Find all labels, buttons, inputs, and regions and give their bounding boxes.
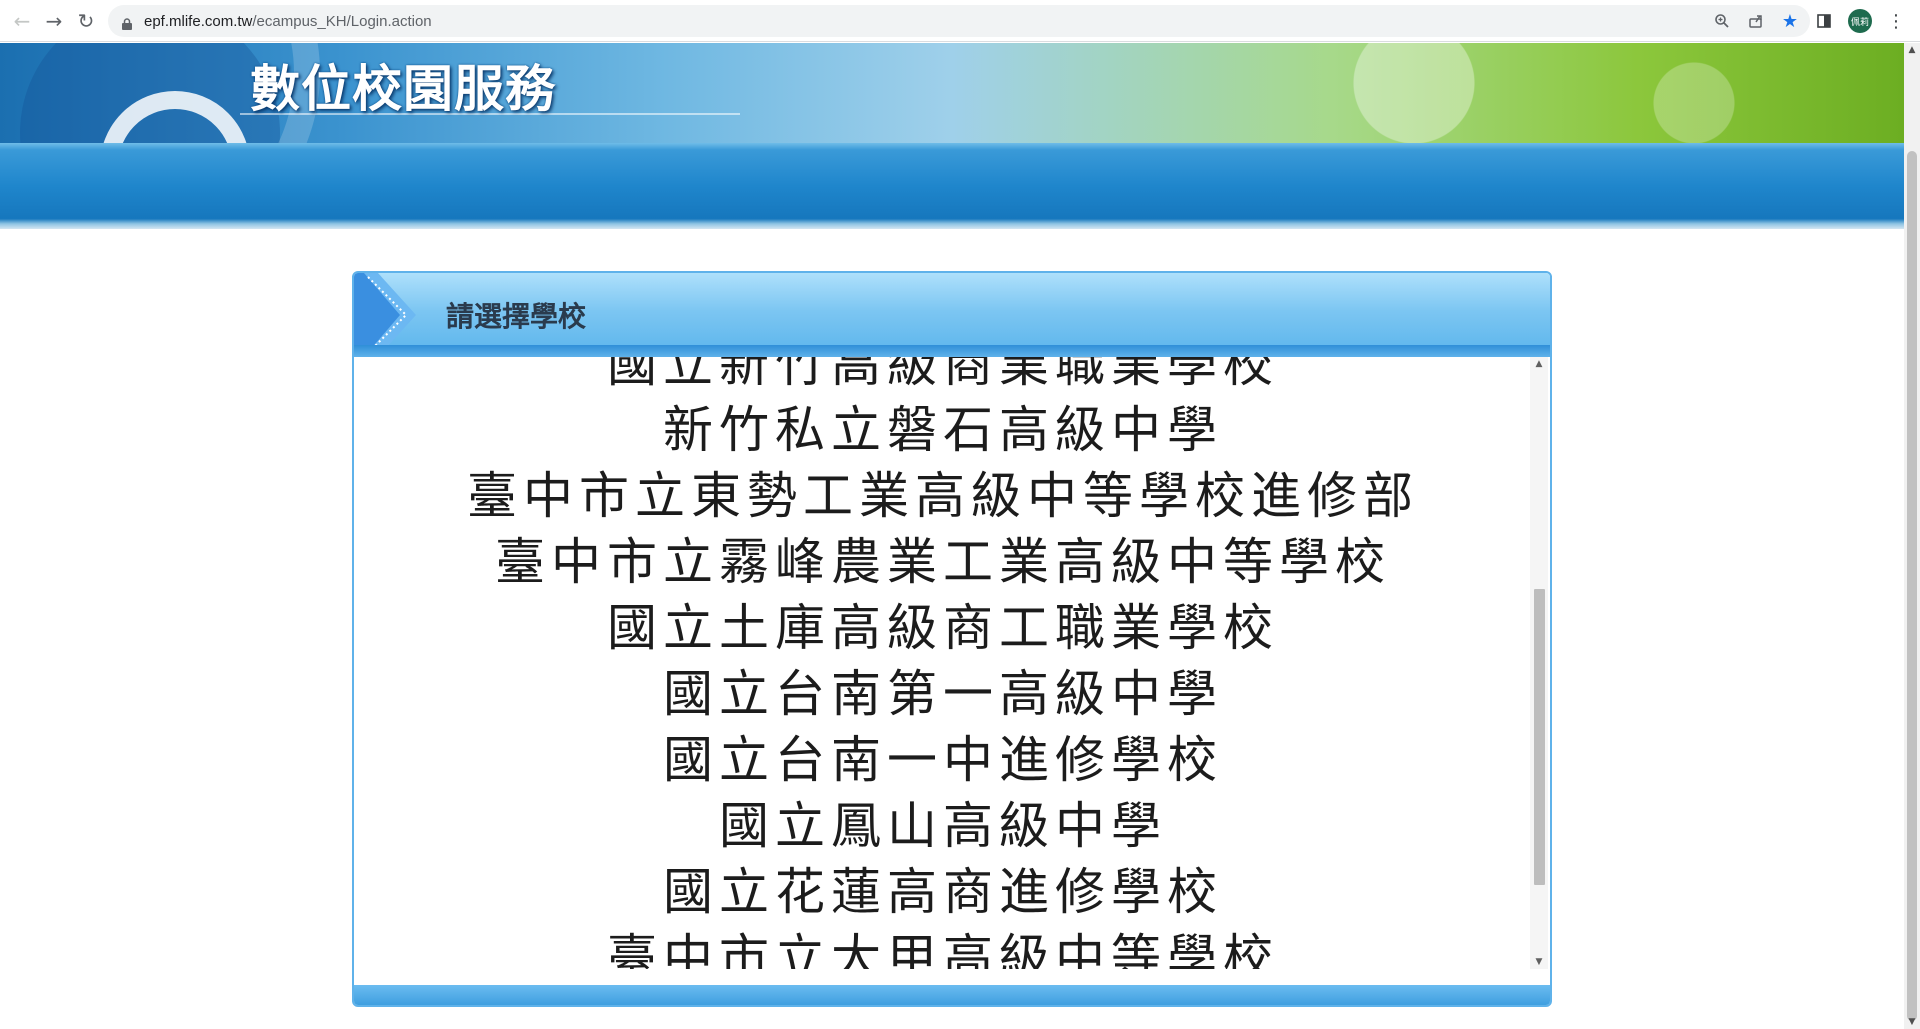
forward-icon[interactable]: → — [38, 5, 70, 37]
school-list-items: 國立新竹高級商業職業學校 新竹私立磐石高級中學 臺中市立東勢工業高級中等學校進修部臺… — [356, 357, 1530, 969]
school-option[interactable]: 臺中市立東勢工業高級中等學校進修部 — [356, 463, 1530, 529]
school-list[interactable]: 國立新竹高級商業職業學校 新竹私立磐石高級中學 臺中市立東勢工業高級中等學校進修部臺… — [356, 357, 1530, 969]
url-text: epf.mlife.com.tw/ecampus_KH/Login.action — [144, 13, 432, 30]
school-option[interactable]: 國立花蓮高商進修學校 — [356, 859, 1530, 925]
school-option[interactable]: 臺中市立大甲高級中等學校 — [356, 925, 1530, 969]
share-icon[interactable] — [1746, 11, 1766, 31]
zoom-icon[interactable] — [1712, 11, 1732, 31]
school-option[interactable]: 國立土庫高級商工職業學校 — [356, 595, 1530, 661]
bookmark-star-icon[interactable]: ★ — [1780, 11, 1800, 32]
school-option[interactable]: 國立台南第一高級中學 — [356, 661, 1530, 727]
site-title: 數位校園服務 — [250, 60, 556, 118]
avatar[interactable]: 佩莉 — [1848, 9, 1872, 33]
school-option[interactable]: 國立鳳山高級中學 — [356, 793, 1530, 859]
page-scroll-thumb[interactable] — [1907, 151, 1917, 1021]
dialog-footer — [354, 985, 1550, 1005]
page-viewport: 數位校園服務 請選擇學校 國立新竹高級商業職業學校 新竹私立磐石高級中學 臺中市立東… — [0, 43, 1904, 1029]
school-option[interactable]: 新竹私立磐石高級中學 — [356, 397, 1530, 463]
scroll-up-arrow-icon[interactable]: ▲ — [1530, 357, 1548, 371]
list-scrollbar[interactable]: ▲ ▼ — [1530, 357, 1548, 969]
list-scroll-thumb[interactable] — [1534, 589, 1545, 885]
school-select-dialog: 請選擇學校 國立新竹高級商業職業學校 新竹私立磐石高級中學 臺中市立東勢工業高級中等… — [352, 271, 1552, 1007]
school-option[interactable]: 臺中市立霧峰農業工業高級中等學校 — [356, 529, 1530, 595]
address-bar[interactable]: epf.mlife.com.tw/ecampus_KH/Login.action… — [108, 5, 1810, 37]
menu-icon[interactable]: ⋮ — [1886, 11, 1906, 32]
url-path: /ecampus_KH/Login.action — [252, 12, 432, 30]
dialog-header-bar — [354, 345, 1550, 357]
school-option[interactable]: 國立新竹高級商業職業學校 — [356, 357, 1530, 397]
nav-bar — [0, 143, 1904, 229]
school-option[interactable]: 國立台南一中進修學校 — [356, 727, 1530, 793]
banner-decoration — [1204, 43, 1904, 143]
page-scroll-up-icon[interactable]: ▲ — [1904, 43, 1920, 57]
back-icon[interactable]: ← — [6, 5, 38, 37]
reload-icon[interactable]: ↻ — [70, 5, 102, 37]
side-panel-icon[interactable] — [1814, 11, 1834, 31]
page-scrollbar[interactable]: ▲ ▼ — [1904, 43, 1920, 1029]
site-banner: 數位校園服務 — [0, 43, 1904, 143]
browser-toolbar: ← → ↻ epf.mlife.com.tw/ecampus_KH/Login.… — [0, 0, 1920, 42]
scroll-down-arrow-icon[interactable]: ▼ — [1530, 955, 1548, 969]
lock-icon — [122, 15, 132, 30]
dialog-header: 請選擇學校 — [354, 273, 1550, 357]
dialog-title: 請選擇學校 — [446, 300, 587, 333]
url-host: epf.mlife.com.tw — [144, 12, 253, 30]
page-scroll-down-icon[interactable]: ▼ — [1904, 1015, 1920, 1029]
